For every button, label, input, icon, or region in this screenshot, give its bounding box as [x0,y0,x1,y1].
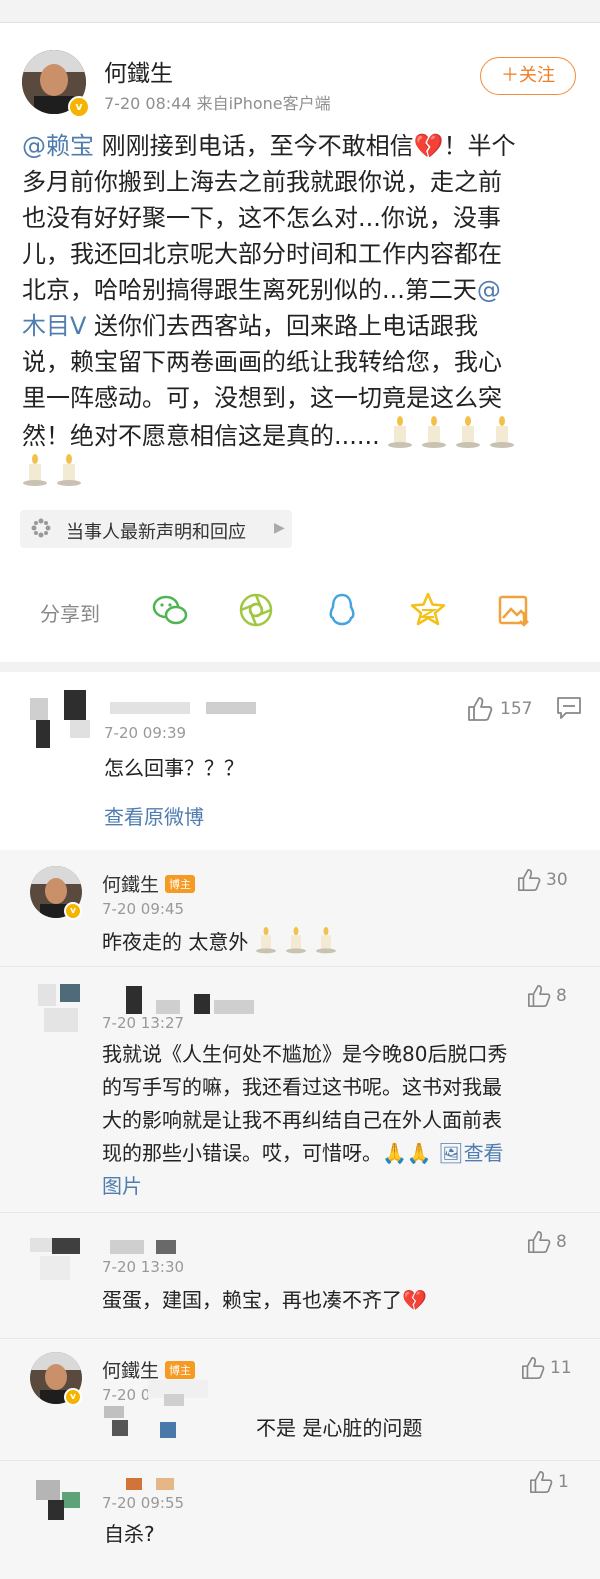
view-image-link[interactable]: 🖼查看 [438,1141,503,1165]
reply-name-blurred[interactable] [110,986,260,1016]
reply-time: 7-20 13:27 [102,1014,185,1032]
reply-time: 7-20 09:55 [102,1494,185,1512]
like-count: 30 [546,870,568,890]
post-body: @赖宝 刚刚接到电话，至今不敢相信💔！半个 多月前你搬到上海去之前我就跟你说，走… [22,128,582,492]
like-icon[interactable] [466,696,494,722]
candle-icon [456,416,481,448]
reply-text: 不是 是心脏的问题 [256,1416,423,1440]
reply-icon[interactable] [556,696,582,720]
reply-name-blurred[interactable] [110,1238,190,1258]
like-count: 8 [556,986,567,1006]
topic-icon [31,518,51,538]
candle-icon [23,454,47,486]
reply-text: 蛋蛋，建国，赖宝，再也凑不齐了💔 [102,1288,427,1312]
verified-badge-icon: v [64,902,82,920]
candle-icon [388,416,413,448]
reply-time: 7-20 13:30 [102,1258,185,1276]
mention-link-2b[interactable]: 木目V [22,312,86,340]
reply-name-blurred[interactable] [110,1474,210,1494]
comment-time: 7-20 09:39 [104,724,187,742]
reply-avatar-blurred[interactable] [30,1476,86,1526]
topic-label: 当事人最新声明和回应 [66,522,246,543]
wechat-icon[interactable] [150,590,190,630]
follow-button[interactable]: ＋关注 [480,57,576,95]
like-icon[interactable] [526,1230,552,1254]
mention-link[interactable]: @赖宝 [22,132,94,160]
like-count: 157 [500,699,533,719]
qq-icon[interactable] [322,590,362,630]
verified-badge-icon: v [68,96,90,118]
share-label: 分享到 [40,602,100,626]
like-icon[interactable] [516,868,542,892]
reply-text: 我就说《人生何处不尴尬》是今晚80后脱口秀 的写手写的嘛，我还看过这书呢。这书对… [102,1038,572,1203]
pray-icon: 🙏🙏 [382,1141,432,1165]
like-count: 1 [558,1472,569,1492]
commenter-avatar[interactable] [30,690,94,754]
candle-icon [315,927,336,954]
like-icon[interactable] [528,1470,554,1494]
reply-text: 自杀? [104,1522,155,1546]
reply-divider [0,1212,600,1213]
save-image-icon[interactable] [494,590,534,630]
post-meta: 7-20 08:44 来自iPhone客户端 [104,94,331,113]
candle-icon [422,416,447,448]
reply-author[interactable]: 何鐵生 博主 [102,1356,196,1383]
image-icon: 🖼 [438,1141,464,1165]
candle-icon [490,416,515,448]
qzone-icon[interactable] [408,590,448,630]
reply-time: 7-20 09:45 [102,900,185,918]
moments-icon[interactable] [236,590,276,630]
reply-avatar-blurred[interactable] [30,984,90,1034]
host-badge: 博主 [165,1361,196,1379]
candle-icon [57,454,81,486]
like-count: 11 [550,1358,572,1378]
reply-text: 昨夜走的 太意外 [102,926,345,959]
view-image-link-2[interactable]: 图片 [102,1170,572,1203]
like-count: 8 [556,1232,567,1252]
like-icon[interactable] [526,984,552,1008]
broken-heart-icon: 💔 [402,1288,427,1312]
reply-divider [0,1460,600,1461]
top-bar [0,0,600,23]
view-original-link[interactable]: 查看原微博 [104,801,204,834]
section-separator [0,662,600,672]
reply-avatar-blurred[interactable] [30,1232,90,1282]
mention-link-2[interactable]: @ [477,276,501,304]
author-name[interactable]: 何鐵生 [104,54,173,88]
reply-divider [0,1338,600,1339]
host-badge: 博主 [165,875,196,893]
reply-author[interactable]: 何鐵生 博主 [102,870,196,897]
mosaic-blur [104,1380,254,1440]
chevron-right-icon: ▶ [274,520,285,536]
commenter-name-blurred[interactable] [110,698,256,718]
broken-heart-icon: 💔 [413,132,444,160]
verified-badge-icon: v [64,1388,82,1406]
reply-divider [0,966,600,967]
comment-text: 怎么回事？？？ [104,756,244,780]
candle-icon [255,927,276,954]
candle-icon [285,927,306,954]
like-icon[interactable] [520,1356,546,1380]
replies-panel [0,850,600,1579]
